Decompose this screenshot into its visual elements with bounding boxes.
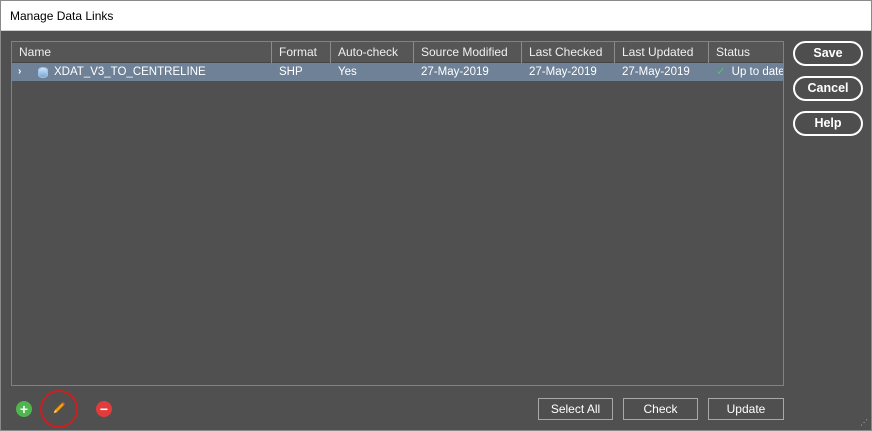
- check-button[interactable]: Check: [623, 398, 698, 420]
- database-icon: [38, 66, 48, 78]
- cell-auto-check: Yes: [338, 66, 357, 78]
- column-header-auto-check[interactable]: Auto-check: [331, 42, 414, 63]
- help-button[interactable]: Help: [793, 111, 863, 136]
- status-text: Up to date: [731, 66, 783, 78]
- cell-last-checked: 27-May-2019: [529, 66, 597, 78]
- cell-name: › XDAT_V3_TO_CENTRELINE: [12, 63, 272, 81]
- dialog-title: Manage Data Links: [10, 9, 114, 23]
- cancel-button[interactable]: Cancel: [793, 76, 863, 101]
- column-header-source-modified[interactable]: Source Modified: [414, 42, 522, 63]
- remove-link-icon[interactable]: −: [96, 401, 112, 417]
- update-button[interactable]: Update: [708, 398, 784, 420]
- column-header-name[interactable]: Name: [12, 42, 272, 63]
- save-button[interactable]: Save: [793, 41, 863, 66]
- add-link-icon[interactable]: +: [16, 401, 32, 417]
- table-header: Name Format Auto-check Source Modified L…: [12, 42, 783, 63]
- table-row[interactable]: › XDAT_V3_TO_CENTRELINE SHP Yes 27-May-2…: [12, 63, 783, 81]
- column-header-last-checked[interactable]: Last Checked: [522, 42, 615, 63]
- column-header-status[interactable]: Status: [709, 42, 783, 63]
- cell-last-updated: 27-May-2019: [622, 66, 690, 78]
- column-header-last-updated[interactable]: Last Updated: [615, 42, 709, 63]
- data-links-table[interactable]: Name Format Auto-check Source Modified L…: [11, 41, 784, 386]
- select-all-button[interactable]: Select All: [538, 398, 613, 420]
- cell-source-modified: 27-May-2019: [421, 66, 489, 78]
- manage-data-links-dialog: Manage Data Links Name Format Auto-check…: [0, 0, 872, 431]
- title-bar: Manage Data Links: [1, 1, 871, 31]
- check-icon: ✓: [716, 66, 726, 78]
- cell-format: SHP: [279, 66, 303, 78]
- resize-grip-icon[interactable]: ⋰: [860, 419, 868, 427]
- column-header-format[interactable]: Format: [272, 42, 331, 63]
- expand-chevron-icon[interactable]: ›: [18, 63, 30, 81]
- edit-pencil-icon[interactable]: [52, 401, 66, 415]
- cell-status: ✓ Up to date: [709, 63, 783, 81]
- link-name: XDAT_V3_TO_CENTRELINE: [54, 66, 206, 78]
